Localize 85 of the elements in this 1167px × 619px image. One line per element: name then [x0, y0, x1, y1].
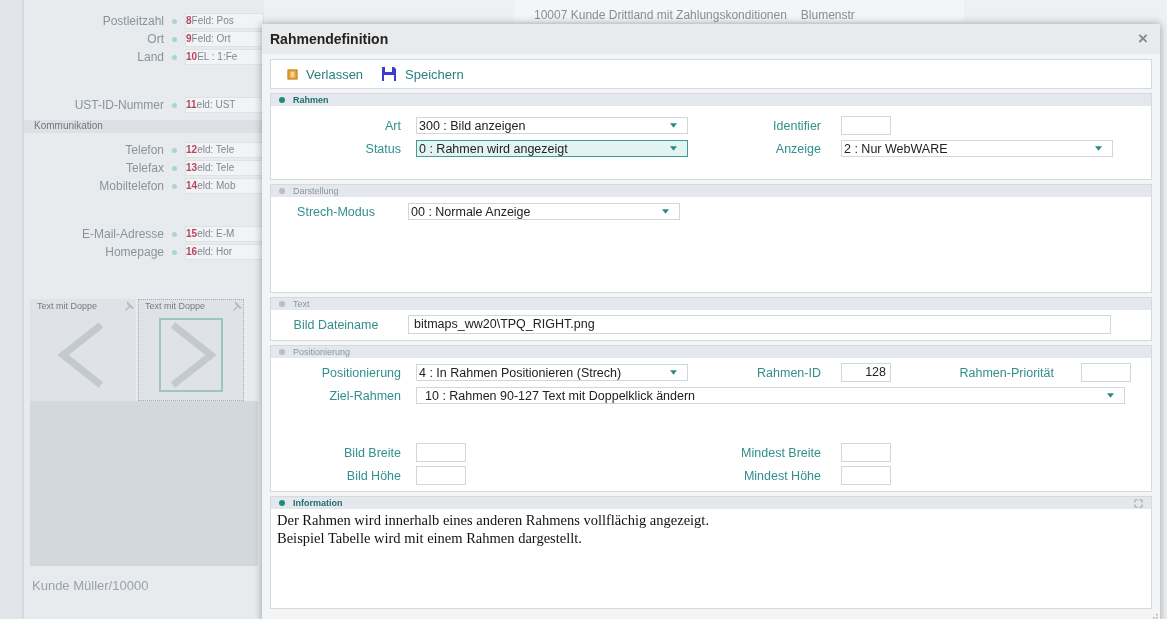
input-field[interactable]: bitmaps_ww20\TPQ_RIGHT.png	[408, 315, 1111, 334]
record-tab[interactable]: 10007 Kunde Drittland mit Zahlungskonditionen	[534, 8, 787, 22]
field-label: Postleitzahl	[101, 14, 164, 28]
info-text: Beispiel Tabelle wird mit einem Rahmen dargestellt.	[277, 529, 583, 547]
input-field[interactable]: 8Feld: Pos	[185, 13, 264, 29]
field-label: Rahmen-Priorität	[958, 365, 1054, 380]
record-tab[interactable]: Blumenstr	[800, 8, 855, 22]
required-dot-icon	[172, 36, 177, 42]
caret-icon	[670, 123, 677, 128]
section-header: Kommunikation	[24, 120, 264, 133]
required-dot-icon	[172, 231, 177, 237]
input-field[interactable]: 11eld: UST	[185, 97, 264, 113]
field-label: Bild Breite	[343, 445, 401, 460]
dropdown[interactable]: 300 : Bild anzeigen	[416, 117, 688, 134]
caret-icon	[662, 209, 669, 214]
required-dot-icon	[172, 249, 177, 255]
close-button[interactable]: ×	[1134, 29, 1152, 49]
required-dot-icon	[172, 147, 177, 153]
dropdown[interactable]: 4 : In Rahmen Positionieren (Strech)	[416, 364, 688, 381]
info-text: Der Rahmen wird innerhalb eines anderen Rahmens vollflächig angezeigt.	[277, 511, 711, 529]
input-field[interactable]: 13eld: Tele	[185, 160, 264, 176]
image-tile[interactable]: Text mit Doppe	[30, 299, 136, 401]
right-chevron-icon	[161, 320, 221, 390]
section-title: Text	[293, 299, 310, 309]
tile-title: Text mit Doppe	[144, 301, 206, 311]
section-title: Information	[293, 498, 343, 508]
field-label: Homepage	[104, 245, 164, 259]
field-label: Art	[384, 118, 401, 133]
input-field[interactable]: 10EL : 1:Fe	[185, 49, 264, 65]
status-text: Kunde Müller/10000	[31, 578, 150, 593]
field-label: Anzeige	[774, 141, 821, 156]
field-label: Status	[364, 141, 401, 156]
field-label: Positionierung	[320, 365, 401, 380]
caret-icon	[670, 146, 677, 151]
input-field[interactable]	[841, 116, 891, 135]
field-label: Mindest Breite	[740, 445, 821, 460]
pin-icon[interactable]	[123, 300, 135, 312]
input-field[interactable]: 128	[841, 363, 891, 382]
dropdown[interactable]: 00 : Normale Anzeige	[408, 203, 680, 220]
section-title: Rahmen	[293, 95, 329, 105]
input-field[interactable]: 16eld: Hor	[185, 244, 264, 260]
required-dot-icon	[172, 183, 177, 189]
input-field[interactable]	[416, 466, 466, 485]
required-dot-icon	[172, 54, 177, 60]
input-field[interactable]: 15eld: E-M	[185, 226, 264, 242]
section-title: Darstellung	[293, 186, 339, 196]
field-label: UST-ID-Nummer	[73, 98, 164, 112]
pin-icon[interactable]	[231, 300, 243, 312]
save-button[interactable]: Speichern	[377, 66, 468, 82]
dropdown[interactable]: 10 : Rahmen 90-127 Text mit Doppelklick ändern	[416, 387, 1125, 404]
input-field[interactable]	[416, 443, 466, 462]
field-label: E-Mail-Adresse	[80, 227, 164, 241]
input-field[interactable]: 14eld: Mob	[185, 178, 264, 194]
field-label: Rahmen-ID	[756, 365, 821, 380]
expand-icon[interactable]	[1134, 498, 1143, 508]
field-label: Land	[136, 50, 164, 64]
caret-icon	[1107, 393, 1114, 398]
field-label: Strech-Modus	[296, 204, 376, 219]
tile-title: Text mit Doppe	[36, 301, 98, 311]
caret-icon	[670, 370, 677, 375]
exit-button[interactable]: Verlassen	[283, 66, 368, 82]
required-dot-icon	[172, 18, 177, 24]
dropdown[interactable]: 0 : Rahmen wird angezeigt	[416, 140, 688, 157]
field-label: Ort	[146, 32, 164, 46]
field-label: Bild Dateiname	[292, 317, 380, 332]
door-icon	[287, 68, 298, 80]
field-label: Bild Höhe	[345, 468, 401, 483]
field-label: Telefon	[124, 143, 164, 157]
dialog-title: Rahmendefinition	[270, 31, 389, 47]
section-title: Positionierung	[293, 347, 351, 357]
field-label: Mindest Höhe	[742, 468, 821, 483]
caret-icon	[1095, 146, 1102, 151]
dropdown[interactable]: 2 : Nur WebWARE	[841, 140, 1113, 157]
input-field[interactable]: 12eld: Tele	[185, 142, 264, 158]
input-field[interactable]	[1081, 363, 1131, 382]
required-dot-icon	[172, 165, 177, 171]
field-label: Mobiltelefon	[98, 179, 164, 193]
field-label: Ziel-Rahmen	[328, 388, 401, 403]
field-label: Identifier	[772, 118, 821, 133]
image-tile[interactable]: Text mit Doppe	[138, 299, 244, 401]
required-dot-icon	[172, 102, 177, 108]
field-label: Telefax	[124, 161, 164, 175]
input-field[interactable]	[841, 466, 891, 485]
input-field[interactable]	[841, 443, 891, 462]
input-field[interactable]: 9Feld: Ort	[185, 31, 264, 47]
